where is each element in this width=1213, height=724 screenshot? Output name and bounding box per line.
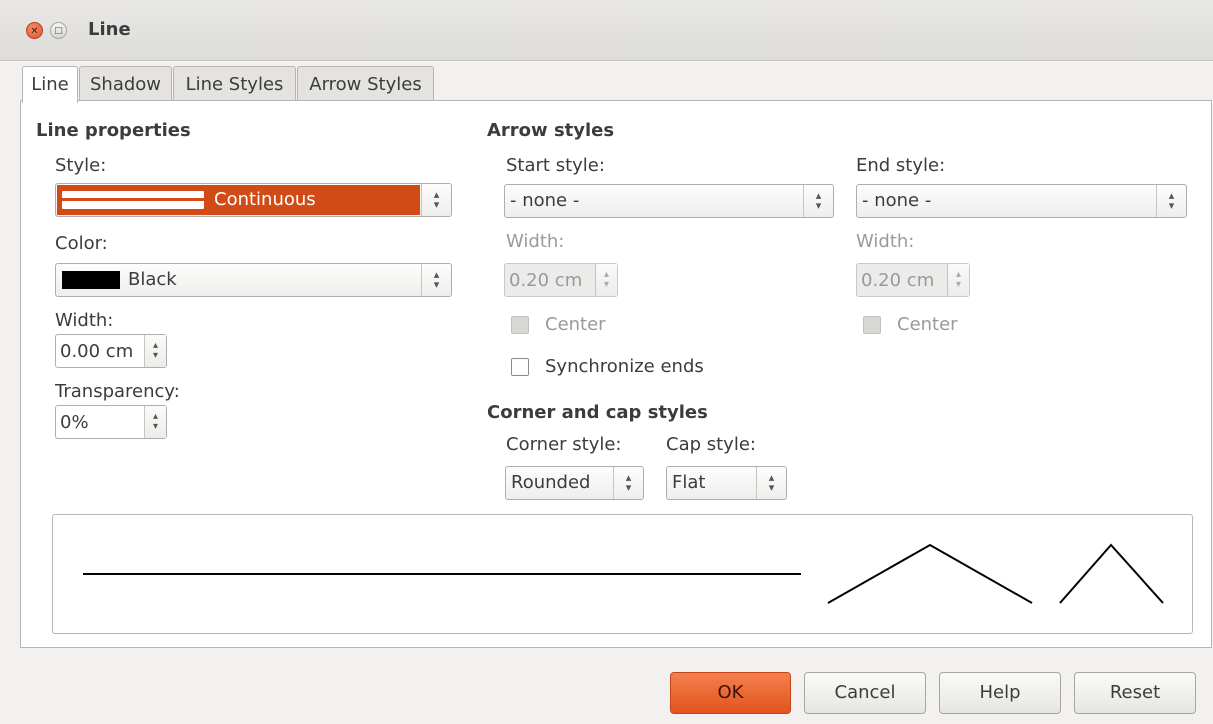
corner-style-select[interactable]: Rounded ▴ ▾ [505, 466, 644, 500]
style-label: Style: [55, 155, 107, 176]
width-spinbox[interactable]: 0.00 cm ▴ ▾ [55, 334, 167, 368]
color-value: Black [128, 269, 177, 290]
start-center-label: Center [545, 314, 606, 335]
maximize-icon[interactable]: □ [50, 22, 67, 39]
cap-style-label: Cap style: [666, 434, 756, 455]
tab-line-styles[interactable]: Line Styles [173, 66, 296, 101]
start-width-label: Width: [506, 231, 565, 252]
start-center-checkbox [511, 316, 529, 334]
corner-style-label: Corner style: [506, 434, 622, 455]
color-swatch [62, 271, 120, 289]
spin-buttons-icon: ▴ ▾ [947, 264, 969, 296]
start-width-spinbox: 0.20 cm ▴ ▾ [504, 263, 618, 297]
synchronize-ends-checkbox[interactable] [511, 358, 529, 376]
reset-button[interactable]: Reset [1074, 672, 1196, 714]
width-label: Width: [55, 310, 114, 331]
transparency-spinbox[interactable]: 0% ▴ ▾ [55, 405, 167, 439]
spinner-arrows-icon: ▴ ▾ [613, 467, 643, 499]
preview-corner-wide [827, 543, 1033, 604]
spin-buttons-icon[interactable]: ▴ ▾ [144, 335, 166, 367]
preview-corner-narrow [1059, 543, 1164, 604]
line-style-preview [62, 191, 204, 209]
arrow-styles-heading: Arrow styles [487, 120, 615, 141]
end-center-checkbox [863, 316, 881, 334]
window-title: Line [88, 19, 131, 40]
end-style-value: - none - [862, 190, 932, 211]
start-style-value: - none - [510, 190, 580, 211]
tab-line[interactable]: Line [22, 66, 78, 103]
start-style-label: Start style: [506, 155, 605, 176]
spinner-arrows-icon: ▴ ▾ [421, 184, 451, 216]
end-style-select[interactable]: - none - ▴ ▾ [856, 184, 1187, 218]
start-width-value: 0.20 cm [509, 270, 583, 291]
end-width-value: 0.20 cm [861, 270, 935, 291]
end-style-label: End style: [856, 155, 946, 176]
end-width-label: Width: [856, 231, 915, 252]
start-style-select[interactable]: - none - ▴ ▾ [504, 184, 834, 218]
title-bar: ✕ □ Line [0, 0, 1213, 61]
spin-buttons-icon[interactable]: ▴ ▾ [144, 406, 166, 438]
cancel-button[interactable]: Cancel [804, 672, 926, 714]
spinner-arrows-icon: ▴ ▾ [1156, 185, 1186, 217]
tab-shadow[interactable]: Shadow [79, 66, 172, 101]
line-preview [52, 514, 1193, 634]
spinner-arrows-icon: ▴ ▾ [803, 185, 833, 217]
color-label: Color: [55, 233, 108, 254]
ok-button[interactable]: OK [670, 672, 791, 714]
spinner-arrows-icon: ▴ ▾ [421, 264, 451, 296]
spinner-arrows-icon: ▴ ▾ [756, 467, 786, 499]
corner-cap-heading: Corner and cap styles [487, 402, 708, 423]
line-properties-heading: Line properties [36, 120, 191, 141]
synchronize-ends-label[interactable]: Synchronize ends [545, 356, 704, 377]
tab-arrow-styles[interactable]: Arrow Styles [297, 66, 434, 101]
transparency-label: Transparency: [55, 381, 180, 402]
line-style-select[interactable]: Continuous ▴ ▾ [55, 183, 452, 217]
cap-style-select[interactable]: Flat ▴ ▾ [666, 466, 787, 500]
end-center-label: Center [897, 314, 958, 335]
preview-drawing [83, 543, 1164, 604]
width-value: 0.00 cm [60, 341, 134, 362]
transparency-value: 0% [60, 412, 89, 433]
color-select[interactable]: Black ▴ ▾ [55, 263, 452, 297]
close-icon[interactable]: ✕ [26, 22, 43, 39]
line-style-value: Continuous [214, 189, 316, 210]
end-width-spinbox: 0.20 cm ▴ ▾ [856, 263, 970, 297]
spin-buttons-icon: ▴ ▾ [595, 264, 617, 296]
corner-style-value: Rounded [511, 472, 591, 493]
cap-style-value: Flat [672, 472, 706, 493]
help-button[interactable]: Help [939, 672, 1061, 714]
